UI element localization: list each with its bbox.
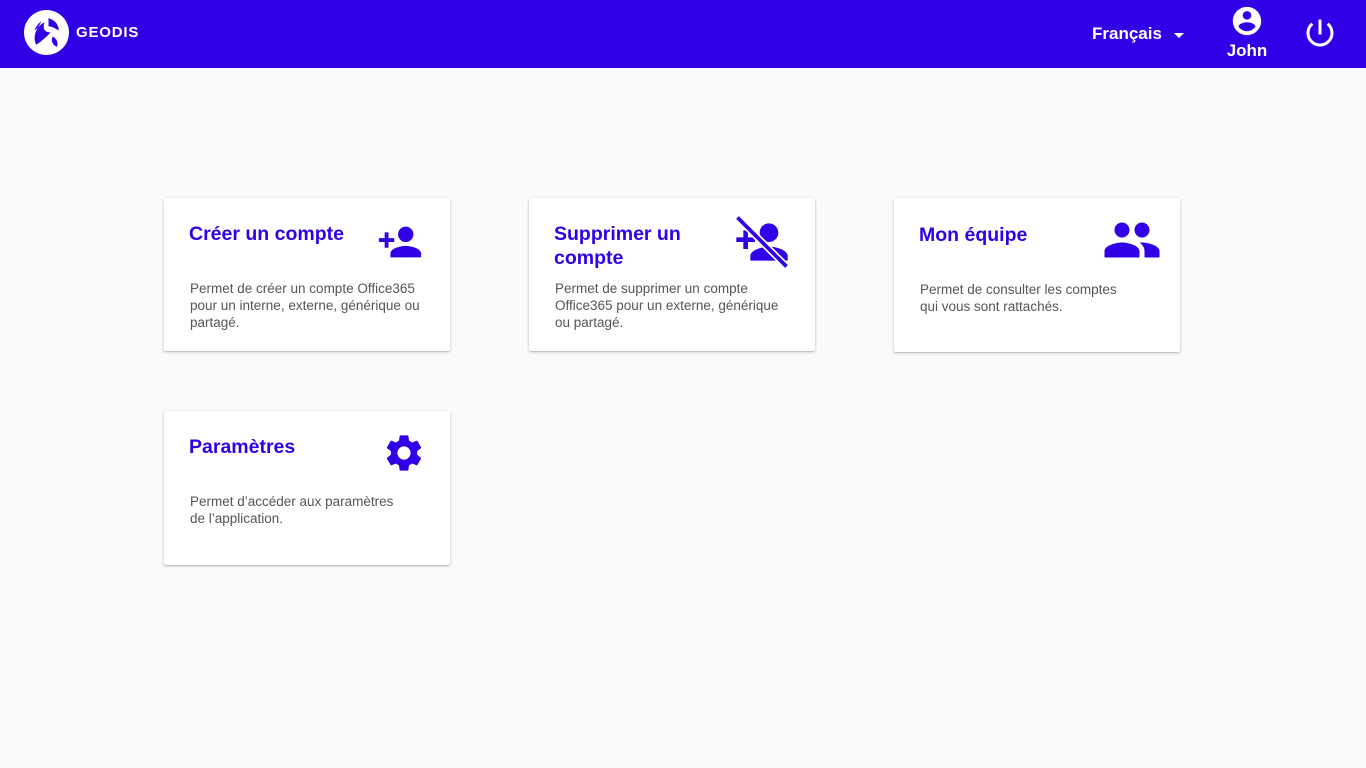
card-description: Permet de supprimer un compte Office365 … (555, 281, 779, 330)
card-title: Mon équipe (919, 224, 1028, 246)
chevron-down-icon (1173, 32, 1184, 38)
language-label: Français (1092, 24, 1162, 43)
card-delete-account[interactable]: Supprimer un compte Permet de supprimer … (529, 198, 815, 351)
brand-name: GEODIS (76, 24, 140, 41)
card-title: Paramètres (189, 436, 296, 458)
user-menu[interactable]: John (1218, 4, 1276, 61)
settings-gear-icon (386, 435, 422, 471)
person-add-icon (378, 226, 422, 258)
card-settings[interactable]: Paramètres Permet d’accéder aux paramètr… (164, 411, 450, 565)
card-title: Créer un compte (189, 223, 344, 245)
card-description: Permet de consulter les comptes qui vous… (920, 282, 1117, 314)
geodis-logo-icon (24, 10, 69, 55)
people-icon (1104, 222, 1160, 258)
card-description: Permet d’accéder aux paramètres de l’app… (190, 494, 394, 526)
account-circle-icon (1232, 6, 1262, 36)
card-my-team[interactable]: Mon équipe Permet de consulter les compt… (894, 198, 1180, 352)
card-create-account[interactable]: Créer un compte Permet de créer un compt… (164, 198, 450, 351)
card-description: Permet de créer un compte Office365 pour… (190, 281, 420, 330)
power-icon (1306, 19, 1334, 47)
logout-button[interactable] (1302, 15, 1338, 56)
person-add-disabled-icon (735, 215, 789, 269)
top-app-bar: GEODIS Français John (0, 0, 1366, 68)
user-name: John (1226, 41, 1268, 60)
geodis-logo[interactable]: GEODIS (24, 10, 139, 55)
language-select[interactable]: Français (1092, 24, 1184, 44)
card-title: Supprimer un compte (554, 223, 681, 269)
